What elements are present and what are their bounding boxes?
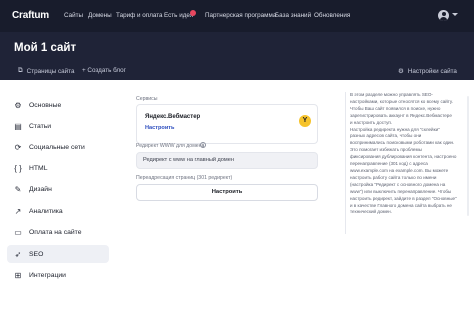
help-line: настройками, которые относятся ко всему … — [350, 98, 454, 104]
document-icon: ▤ — [14, 121, 22, 131]
site-header-panel: Мой 1 сайт ⧉ Страницы сайта + Создать бл… — [0, 32, 474, 80]
sidebar-item-label: Интеграции — [29, 271, 66, 279]
sidebar-item-payment[interactable]: ▭ Оплата на сайте — [7, 223, 109, 241]
redirect-www-select[interactable]: Редирект с www на главный домен — [136, 152, 318, 169]
services-section-label: Сервисы — [136, 96, 158, 102]
configure-redirect-button[interactable]: Настроить — [136, 184, 318, 201]
help-line: Чтобы Ваш сайт появился в поиске, нужно — [350, 105, 441, 111]
nav-link-knowledge-base[interactable]: База знаний — [275, 12, 311, 19]
sidebar-item-integrations[interactable]: ⊞ Интеграции — [7, 266, 109, 284]
help-line: технический домен. — [350, 209, 392, 215]
sidebar-item-general[interactable]: ⚙ Основные — [7, 96, 109, 114]
sidebar-item-html[interactable]: { } HTML — [7, 159, 109, 177]
nav-link-billing[interactable]: Тариф и оплата — [116, 12, 163, 19]
palette-icon: ✎ — [14, 184, 22, 194]
nav-link-sites[interactable]: Сайты — [64, 12, 83, 19]
nav-link-updates[interactable]: Обновления — [314, 12, 350, 19]
user-avatar-icon[interactable] — [438, 10, 449, 21]
pages-icon: ⧉ — [18, 67, 23, 74]
help-line: www.example.com на example.com. Вы может… — [350, 167, 449, 173]
yandex-webmaster-title: Яндекс.Вебмастер — [145, 114, 201, 120]
sidebar-item-label: Оплата на сайте — [29, 228, 82, 236]
info-icon[interactable]: i — [200, 142, 206, 148]
grid-icon: ⊞ — [14, 270, 22, 280]
help-line: зарегистрировать аккаунт в Яндекс.Вебмас… — [350, 112, 452, 118]
create-blog-link[interactable]: + Создать блог — [82, 67, 126, 74]
help-line: Это помогает избежать проблемы — [350, 147, 422, 153]
seo-help-text: В этом разделе можно управлять SEO- наст… — [345, 92, 463, 234]
help-line: В этом разделе можно управлять SEO- — [350, 92, 433, 97]
site-pages-link[interactable]: ⧉ Страницы сайта — [18, 67, 74, 75]
yandex-webmaster-card: Яндекс.Вебмастер Настроить Y — [136, 104, 318, 144]
create-blog-label: + Создать блог — [82, 67, 126, 74]
nav-link-partner-program[interactable]: Партнерская программа — [205, 12, 276, 19]
nav-link-domains[interactable]: Домены — [88, 12, 112, 19]
site-pages-label: Страницы сайта — [26, 67, 75, 75]
help-line: фиксирования дублирования контента, наст… — [350, 154, 457, 160]
yandex-configure-link[interactable]: Настроить — [145, 125, 174, 131]
help-scrollbar[interactable] — [467, 96, 469, 216]
code-icon: { } — [14, 163, 22, 173]
sidebar-item-label: Основные — [29, 101, 62, 109]
sidebar-item-label: Дизайн — [29, 185, 52, 193]
help-line: настроить редирект, зайдите в раздел "Ос… — [350, 195, 457, 201]
sidebar-item-label: HTML — [29, 164, 48, 172]
card-icon: ▭ — [14, 227, 22, 237]
sidebar-item-label: Статьи — [29, 122, 52, 130]
sidebar-item-label: SEO — [29, 250, 44, 258]
top-navigation-bar: Craftum Сайты Домены Тариф и оплата Есть… — [0, 0, 474, 32]
sidebar-item-label: Аналитика — [29, 207, 63, 215]
sidebar-item-design[interactable]: ✎ Дизайн — [7, 180, 109, 198]
help-line: www") или выключить перенаправление. Что… — [350, 188, 452, 194]
site-settings-link[interactable]: ⚙ Настройки сайта — [398, 67, 457, 76]
page-title: Мой 1 сайт — [14, 42, 77, 54]
settings-sidebar: ⚙ Основные ▤ Статьи ⟳ Социальные сети { … — [0, 80, 118, 322]
gear-icon: ⚙ — [14, 100, 22, 110]
sidebar-item-articles[interactable]: ▤ Статьи — [7, 117, 109, 135]
help-line: перенаправление (301 код) с адреса — [350, 161, 428, 167]
share-icon: ⟳ — [14, 142, 22, 152]
help-line: и настроить доступ. — [350, 119, 393, 125]
help-line: разных адресов сайта, чтобы они — [350, 133, 422, 139]
help-line: (настройка "Редирект с основного домена … — [350, 181, 446, 187]
help-line: настроить работу сайта только по имени — [350, 174, 437, 180]
yandex-logo-icon: Y — [299, 115, 311, 127]
chart-icon: ↗ — [14, 206, 22, 216]
chevron-down-icon[interactable] — [452, 13, 458, 16]
rocket-icon: ➶ — [14, 249, 22, 259]
redirect-www-label: Редирект WWW для домена — [136, 143, 205, 149]
sidebar-item-social[interactable]: ⟳ Социальные сети — [7, 138, 109, 156]
settings-gear-icon: ⚙ — [398, 68, 404, 75]
sidebar-item-analytics[interactable]: ↗ Аналитика — [7, 202, 109, 220]
help-line: воспринимались поисковыми роботами как о… — [350, 140, 455, 146]
craftum-logo[interactable]: Craftum — [12, 10, 49, 21]
site-settings-label: Настройки сайта — [407, 67, 457, 75]
sidebar-item-label: Социальные сети — [29, 143, 85, 151]
idea-notification-badge — [190, 10, 196, 16]
nav-link-idea[interactable]: Есть идея — [164, 12, 193, 19]
sidebar-item-seo[interactable]: ➶ SEO — [7, 245, 109, 263]
redirect-301-label: Переадресация страниц (301 редирект) — [136, 175, 233, 181]
